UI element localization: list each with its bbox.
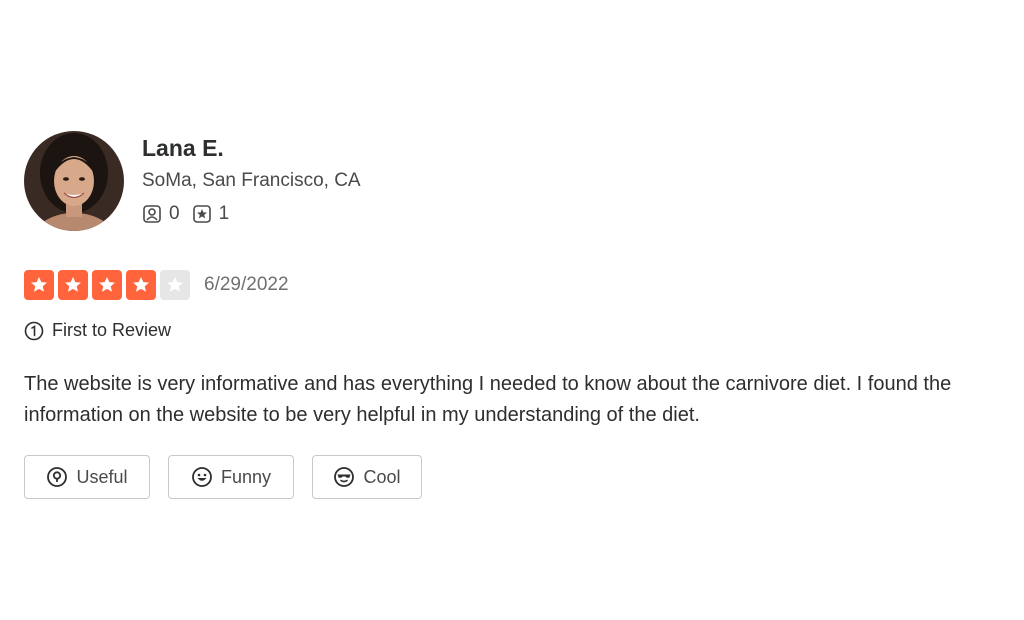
page: Lana E. SoMa, San Francisco, CA 0 1 6/29… xyxy=(0,0,1024,620)
reaction-buttons: Useful Funny Cool xyxy=(24,455,1004,499)
reviewer-location: SoMa, San Francisco, CA xyxy=(142,170,361,191)
star-icon xyxy=(167,277,183,292)
star-filled xyxy=(126,270,156,300)
star-filled xyxy=(58,270,88,300)
cool-button[interactable]: Cool xyxy=(312,455,422,499)
review-text: The website is very informative and has … xyxy=(24,373,952,426)
smiley-icon xyxy=(192,467,212,487)
reviewer-header: Lana E. SoMa, San Francisco, CA 0 1 xyxy=(24,131,1004,231)
reviews-star-icon xyxy=(192,205,211,223)
friends-count: 0 xyxy=(169,203,180,224)
funny-button[interactable]: Funny xyxy=(168,455,294,499)
useful-button[interactable]: Useful xyxy=(24,455,150,499)
reviews-stat: 1 xyxy=(192,203,230,225)
sunglasses-face-icon xyxy=(334,467,355,487)
first-to-review-badge: First to Review xyxy=(24,320,1004,341)
avatar-image xyxy=(24,131,124,231)
friends-icon xyxy=(143,205,161,223)
cool-label: Cool xyxy=(363,466,401,487)
reviews-count: 1 xyxy=(218,203,230,224)
star-filled xyxy=(92,270,122,300)
star-icon xyxy=(31,277,47,292)
lightbulb-icon xyxy=(47,467,68,487)
star-icon xyxy=(99,277,115,292)
funny-label: Funny xyxy=(220,466,272,487)
reviewer-name[interactable]: Lana E. xyxy=(142,134,361,162)
star-filled xyxy=(24,270,54,300)
rating-row: 6/29/2022 xyxy=(24,270,1004,300)
star-rating xyxy=(24,270,194,300)
avatar[interactable] xyxy=(24,131,124,231)
star-empty xyxy=(160,270,190,300)
star-icon xyxy=(65,277,81,292)
useful-label: Useful xyxy=(76,466,128,487)
first-badge-icon xyxy=(24,321,44,340)
reviewer-stats: 0 1 xyxy=(142,203,361,225)
review-card: Lana E. SoMa, San Francisco, CA 0 1 6/29… xyxy=(24,131,1004,499)
reviewer-info: Lana E. SoMa, San Francisco, CA 0 1 xyxy=(142,131,361,225)
review-date: 6/29/2022 xyxy=(204,274,289,295)
star-icon xyxy=(133,277,149,292)
badge-label: First to Review xyxy=(52,320,172,340)
friends-stat: 0 xyxy=(142,203,180,225)
